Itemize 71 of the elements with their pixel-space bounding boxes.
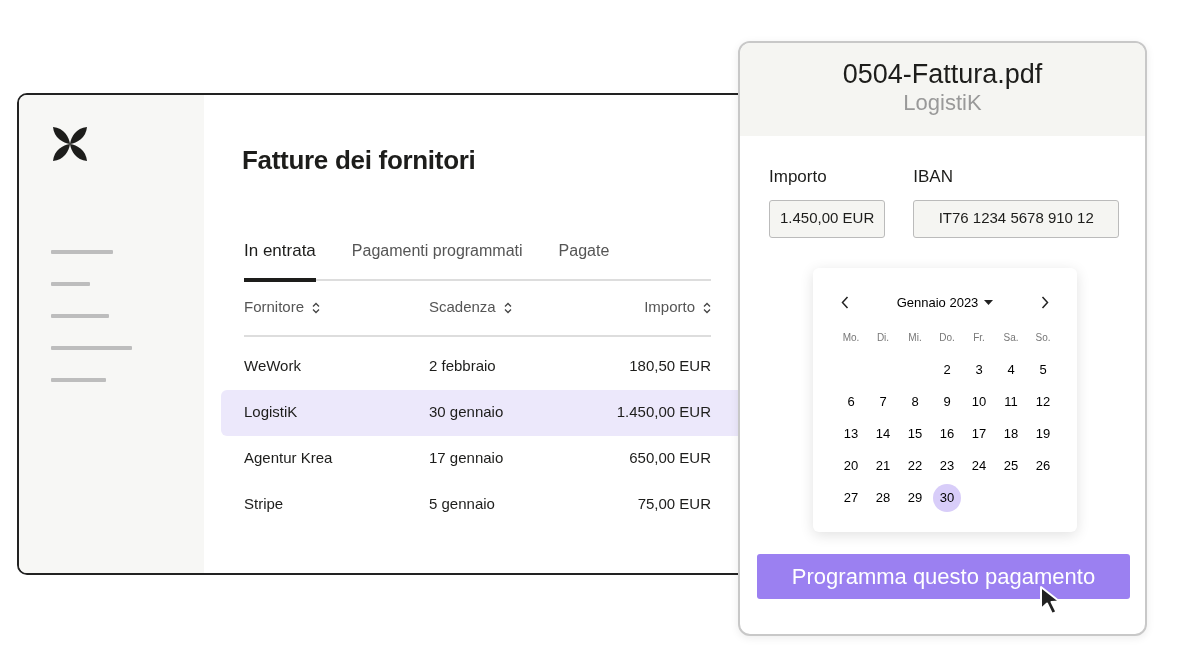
calendar-day[interactable]: 16 [933,419,961,448]
weekday-label: Mo. [842,331,860,345]
sort-icon[interactable] [503,302,512,315]
field-label: IBAN [913,166,954,188]
table-row[interactable]: Agentur Krea 17 gennaio 650,00 EUR [221,435,739,482]
supplier-name: LogistiK [902,90,983,116]
table-cell-text: 2 febbraio [429,356,497,377]
weekday-label: Sa. [1003,331,1019,345]
weekday-label: Mi. [908,331,922,345]
calendar-day[interactable]: 6 [837,387,865,416]
calendar-day[interactable]: 25 [997,451,1025,480]
calendar-day[interactable]: 3 [965,355,993,384]
weekday-label: Di. [876,331,890,345]
calendar-day[interactable]: 2 [933,355,961,384]
weekday-label: Fr. [973,331,985,345]
month-dropdown[interactable]: Gennaio 2023 [896,292,994,313]
calendar-day[interactable]: 14 [869,419,897,448]
table-cell-text: 5 gennaio [429,494,496,515]
caret-icon[interactable] [984,300,994,305]
table-cell-text: Agentur Krea [244,448,334,469]
calendar-day[interactable]: 17 [965,419,993,448]
table-row[interactable]: Stripe 5 gennaio 75,00 EUR [221,481,739,528]
table-row[interactable]: LogistiK 30 gennaio 1.450,00 EUR [221,389,739,436]
calendar-day[interactable]: 13 [837,419,865,448]
table-cell-text: 30 gennaio [429,402,505,423]
calendar-day[interactable]: 24 [965,451,993,480]
table-cell-text: 180,50 EUR [628,356,711,377]
tab[interactable]: Pagamenti programmati [351,238,523,282]
table-row[interactable]: WeWork 2 febbraio 180,50 EUR [221,343,739,390]
page-title: Fatture dei fornitori [242,145,477,177]
calendar-day[interactable]: 11 [997,387,1025,416]
calendar-day[interactable]: 27 [837,483,865,512]
weekday-label: Do. [939,331,955,345]
table-cell-text: 17 gennaio [429,448,505,469]
table-cell-text: 75,00 EUR [636,494,711,515]
tab[interactable]: In entrata [244,238,316,282]
table-cell-text: WeWork [244,356,302,377]
table-cell-text: LogistiK [244,402,299,423]
calendar-day[interactable]: 10 [965,387,993,416]
table-cell-text: Stripe [244,494,285,515]
calendar-day[interactable]: 29 [901,483,929,512]
column-header: Scadenza [429,298,496,316]
calendar-day[interactable]: 5 [1029,355,1057,384]
calendar-day[interactable]: 23 [933,451,961,480]
input-field[interactable]: 1.450,00 EUR [769,199,886,238]
column-header: Importo [644,297,695,318]
calendar-day[interactable]: 21 [869,451,897,480]
sort-icon[interactable] [703,301,711,314]
input-field[interactable]: IT76 1234 5678 910 12 [913,199,1120,238]
column-header: Fornitore [244,298,305,316]
calendar-day[interactable]: 9 [933,387,961,416]
calendar-day[interactable]: 15 [901,419,929,448]
tab[interactable]: Pagate [558,238,610,282]
calendar-day[interactable]: 28 [869,483,897,512]
calendar-day[interactable]: 22 [901,451,929,480]
table-cell-text: 1.450,00 EUR [615,402,711,423]
weekday-label: So. [1035,331,1051,345]
calendar-day[interactable]: 7 [869,387,897,416]
file-name: 0504-Fattura.pdf [841,59,1044,91]
calendar-day[interactable]: 18 [997,419,1025,448]
calendar-day[interactable]: 19 [1029,419,1057,448]
sort-icon[interactable] [312,302,321,315]
calendar-day[interactable]: 26 [1029,451,1057,480]
calendar-day[interactable]: 4 [997,355,1025,384]
table-cell-text: 650,00 EUR [628,448,711,469]
calendar-day[interactable]: 12 [1029,387,1057,416]
calendar-day[interactable]: 20 [837,451,865,480]
logo-icon [51,125,89,163]
field-label: Importo [769,166,828,188]
calendar-day[interactable]: 8 [901,387,929,416]
calendar-day[interactable]: 30 [933,483,961,512]
